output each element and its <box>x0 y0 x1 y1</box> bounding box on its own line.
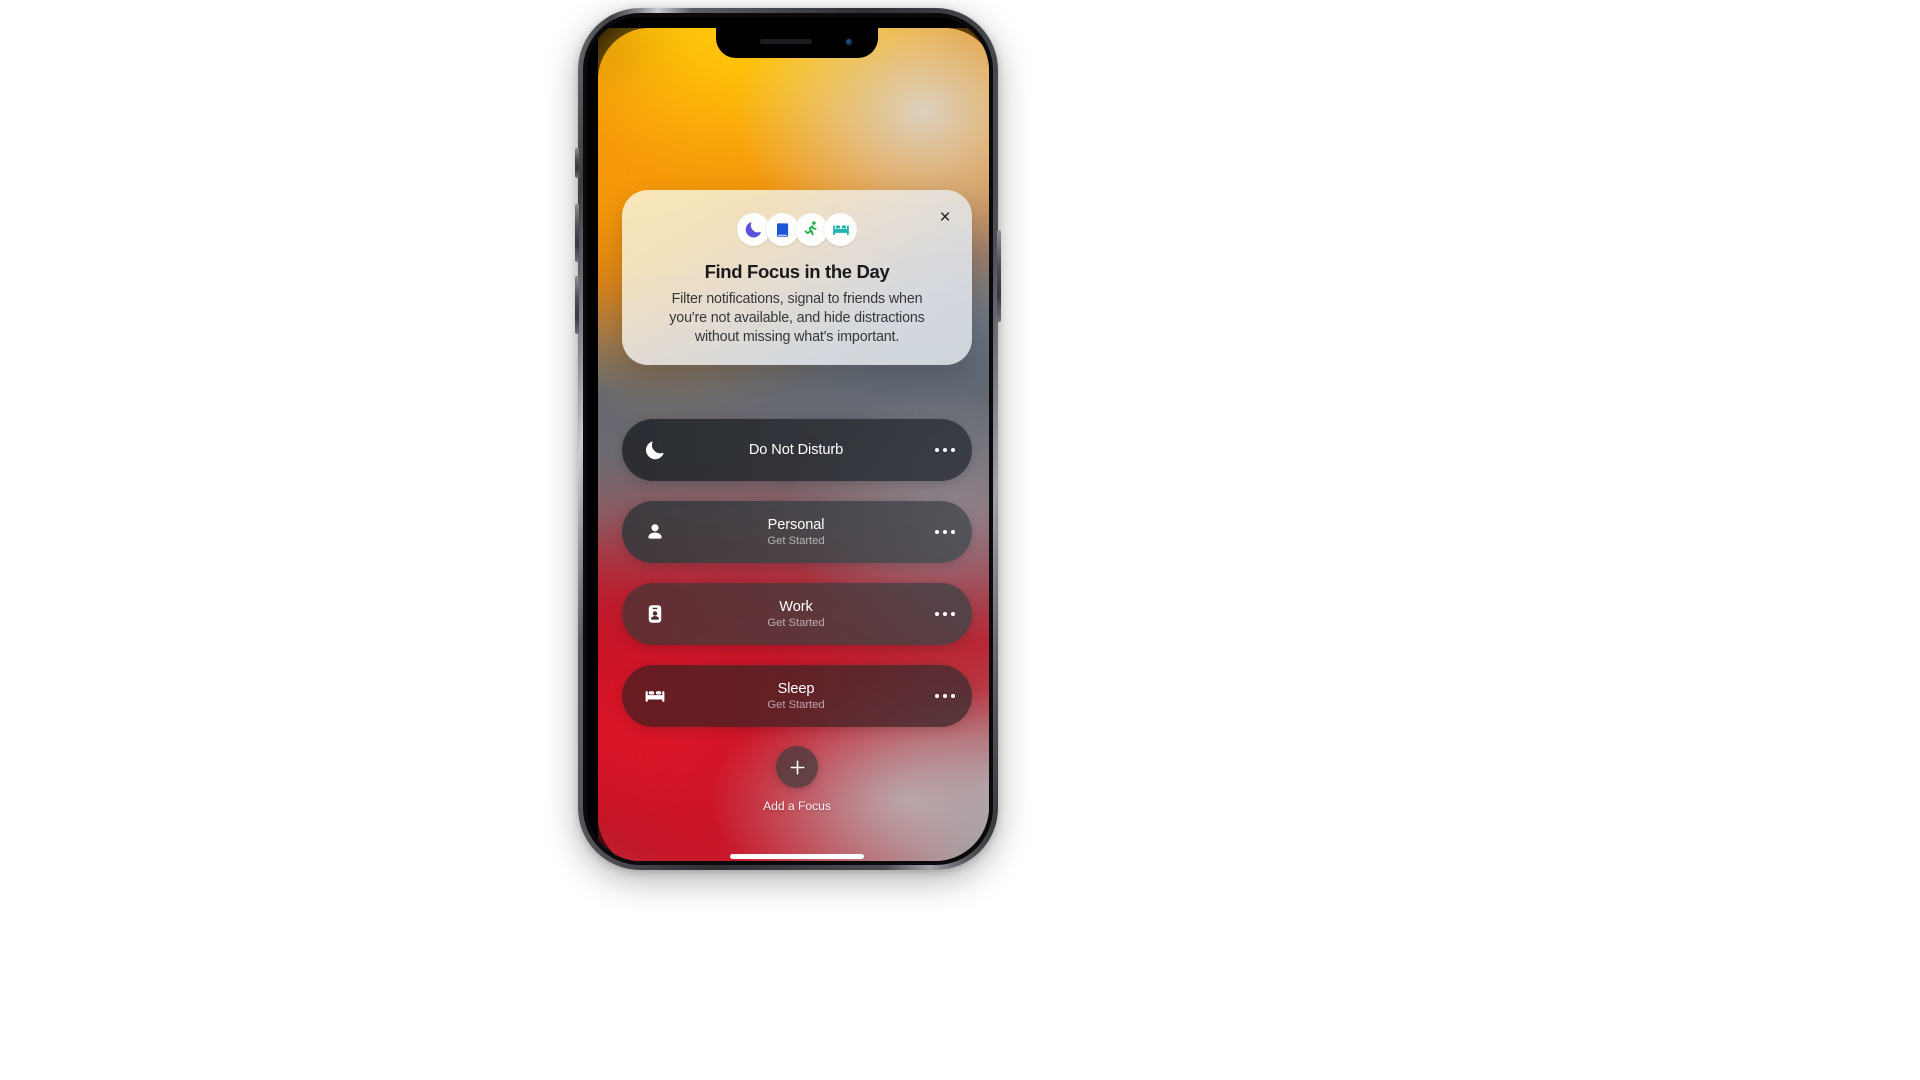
focus-row-do-not-disturb[interactable]: Do Not Disturb <box>622 419 972 481</box>
phone-screen: × Find Focus in the Day Filter notificat… <box>598 28 989 861</box>
focus-row-title: Work <box>779 598 813 615</box>
volume-up-button[interactable] <box>575 204 579 262</box>
crescent-moon-icon <box>622 439 688 461</box>
bed-icon <box>824 213 857 246</box>
display-notch <box>716 28 878 58</box>
add-a-focus-group: Add a Focus <box>598 746 989 813</box>
phone-bezel: × Find Focus in the Day Filter notificat… <box>587 17 989 861</box>
focus-row-title: Sleep <box>777 680 815 697</box>
more-options-icon[interactable] <box>918 447 972 453</box>
side-power-button[interactable] <box>997 230 1001 322</box>
plus-icon <box>790 760 804 774</box>
focus-row-title: Do Not Disturb <box>748 441 844 458</box>
focus-row-subtitle: Get Started <box>767 699 825 712</box>
focus-row-sleep[interactable]: Sleep Get Started <box>622 665 972 727</box>
close-icon[interactable]: × <box>932 204 958 230</box>
focus-row-work[interactable]: Work Get Started <box>622 583 972 645</box>
focus-row-labels: Sleep Get Started <box>688 681 918 712</box>
phone-device: × Find Focus in the Day Filter notificat… <box>575 8 1001 870</box>
bed-icon <box>622 684 688 708</box>
focus-settings-screen: × Find Focus in the Day Filter notificat… <box>598 28 989 861</box>
speaker-grille-icon <box>760 39 812 44</box>
person-icon <box>622 521 688 543</box>
volume-down-button[interactable] <box>575 276 579 334</box>
focus-row-labels: Work Get Started <box>688 599 918 630</box>
more-options-icon[interactable] <box>918 611 972 617</box>
card-title: Find Focus in the Day <box>704 261 890 282</box>
home-indicator[interactable] <box>730 854 864 859</box>
id-badge-icon <box>622 603 688 625</box>
focus-row-title: Personal <box>767 516 825 533</box>
focus-row-labels: Personal Get Started <box>688 517 918 548</box>
find-focus-card: × Find Focus in the Day Filter notificat… <box>622 190 972 365</box>
mute-switch-button[interactable] <box>575 148 579 178</box>
front-camera-icon <box>844 37 854 47</box>
focus-row-subtitle: Get Started <box>767 535 825 548</box>
focus-row-labels: Do Not Disturb <box>688 442 918 459</box>
focus-row-personal[interactable]: Personal Get Started <box>622 501 972 563</box>
add-focus-label: Add a Focus <box>763 799 831 813</box>
focus-row-subtitle: Get Started <box>767 617 825 630</box>
add-focus-button[interactable] <box>776 746 818 788</box>
more-options-icon[interactable] <box>918 693 972 699</box>
more-options-icon[interactable] <box>918 529 972 535</box>
card-description: Filter notifications, signal to friends … <box>669 291 925 345</box>
screenshot-canvas: × Find Focus in the Day Filter notificat… <box>0 0 1920 1080</box>
focus-icon-cluster <box>622 190 972 246</box>
